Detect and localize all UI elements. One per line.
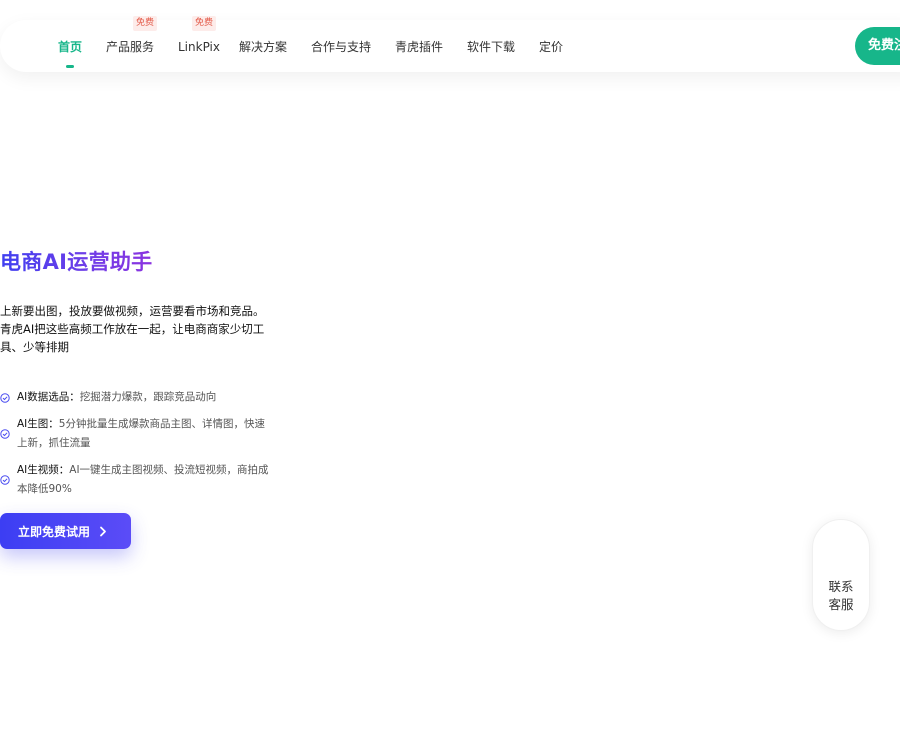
nav-item-label: 定价 <box>539 40 564 54</box>
feature-item: AI生视频：AI一键生成主图视频、投流短视频，商拍成本降低90% <box>0 461 272 499</box>
nav-item-label: 产品服务 <box>106 40 155 54</box>
nav-item-partnership[interactable]: 合作与支持 <box>311 20 371 72</box>
active-indicator <box>66 65 74 68</box>
feature-list: AI数据选品：挖掘潜力爆款，跟踪竞品动向 AI生图：5分钟批量生成爆款商品主图、… <box>0 388 272 507</box>
page: 首页 免费 产品服务 免费 LinkPix 解决方案 合作与支持 青虎插件 软件… <box>0 0 900 750</box>
nav-item-solutions[interactable]: 解决方案 <box>239 20 287 72</box>
chevron-right-icon <box>99 526 107 537</box>
free-badge: 免费 <box>133 16 158 31</box>
nav-item-label: 解决方案 <box>239 40 288 54</box>
nav-item-plugin[interactable]: 青虎插件 <box>395 20 443 72</box>
nav-item-home[interactable]: 首页 <box>58 20 82 72</box>
nav-item-label: 首页 <box>58 40 83 54</box>
customer-service-widget[interactable]: 联系 客服 <box>812 519 870 631</box>
nav-item-linkpix[interactable]: 免费 LinkPix <box>178 16 220 72</box>
feature-name: AI数据选品： <box>17 391 80 403</box>
hero-description: 上新要出图，投放要做视频，运营要看市场和竞品。 青虎AI把这些高频工作放在一起，… <box>0 302 272 356</box>
feature-item: AI数据选品：挖掘潜力爆款，跟踪竞品动向 <box>0 388 272 407</box>
customer-service-line: 客服 <box>828 597 854 612</box>
feature-item: AI生图：5分钟批量生成爆款商品主图、详情图，快速上新，抓住流量 <box>0 415 272 453</box>
free-trial-label: 立即免费试用 <box>18 524 91 539</box>
check-circle-icon <box>0 475 10 485</box>
hero-title: 电商AI运营助手 <box>0 246 152 278</box>
nav-item-download[interactable]: 软件下载 <box>467 20 515 72</box>
nav-item-products[interactable]: 免费 产品服务 <box>106 16 158 72</box>
nav-item-label: 合作与支持 <box>311 40 372 54</box>
nav-item-pricing[interactable]: 定价 <box>539 20 563 72</box>
check-circle-icon <box>0 429 10 439</box>
customer-service-label: 联系 客服 <box>813 578 869 614</box>
check-circle-icon <box>0 392 10 403</box>
nav-item-label: LinkPix <box>178 40 220 54</box>
hero-description-line: 上新要出图，投放要做视频，运营要看市场和竞品。 <box>0 304 265 318</box>
hero-description-line: 青虎AI把这些高频工作放在一起，让电商商家少切工具、少等排期 <box>0 322 265 354</box>
customer-service-line: 联系 <box>828 579 854 594</box>
free-trial-button[interactable]: 立即免费试用 <box>0 513 131 549</box>
feature-name: AI生视频： <box>17 464 70 476</box>
top-navbar: 首页 免费 产品服务 免费 LinkPix 解决方案 合作与支持 青虎插件 软件… <box>0 16 900 72</box>
register-button[interactable]: 免费注册 <box>855 27 900 65</box>
free-badge: 免费 <box>192 16 217 31</box>
feature-text: 挖掘潜力爆款，跟踪竞品动向 <box>79 391 217 403</box>
nav-item-label: 青虎插件 <box>395 40 444 54</box>
nav-item-label: 软件下载 <box>467 40 516 54</box>
feature-name: AI生图： <box>17 418 59 430</box>
